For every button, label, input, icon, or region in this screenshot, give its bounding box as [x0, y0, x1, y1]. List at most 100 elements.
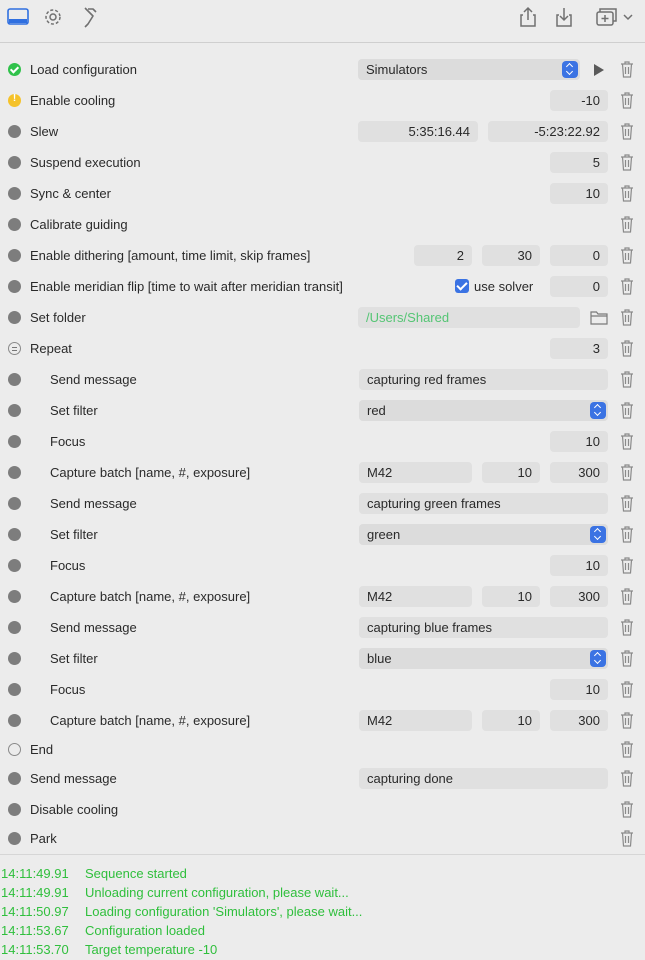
row-park[interactable]: Park	[0, 823, 645, 854]
repeat-count-field[interactable]: 3	[550, 338, 608, 359]
dither-skip-frames-field[interactable]: 0	[550, 245, 608, 266]
row-repeat[interactable]: Repeat 3	[0, 333, 645, 364]
trash-icon[interactable]	[620, 278, 634, 295]
row-sync-center[interactable]: Sync & center 10	[0, 178, 645, 209]
row-send-message[interactable]: Send message capturing done	[0, 763, 645, 794]
row-suspend-execution[interactable]: Suspend execution 5	[0, 147, 645, 178]
trash-icon[interactable]	[620, 495, 634, 512]
trash-icon[interactable]	[620, 619, 634, 636]
row-capture-batch[interactable]: Capture batch [name, #, exposure] M42 10…	[0, 581, 645, 612]
status-idle-icon	[8, 621, 21, 634]
trash-icon[interactable]	[620, 402, 634, 419]
chevron-down-icon[interactable]	[622, 4, 634, 30]
message-field[interactable]: capturing blue frames	[359, 617, 608, 638]
row-set-filter[interactable]: Set filter green	[0, 519, 645, 550]
row-send-message[interactable]: Send message capturing green frames	[0, 488, 645, 519]
slew-ra-field[interactable]: 5:35:16.44	[358, 121, 478, 142]
log-panel[interactable]: 14:11:49.91 Sequence started 14:11:49.91…	[0, 854, 645, 960]
trash-icon[interactable]	[620, 123, 634, 140]
folder-icon[interactable]	[590, 310, 608, 325]
capture-exposure-field[interactable]: 300	[550, 586, 608, 607]
capture-exposure-field[interactable]: 300	[550, 462, 608, 483]
hammer-icon[interactable]	[76, 4, 102, 30]
row-set-filter[interactable]: Set filter red	[0, 395, 645, 426]
row-enable-dithering[interactable]: Enable dithering [amount, time limit, sk…	[0, 240, 645, 271]
status-idle-icon	[8, 559, 21, 572]
folder-path-field[interactable]: /Users/Shared	[358, 307, 580, 328]
row-capture-batch[interactable]: Capture batch [name, #, exposure] M42 10…	[0, 705, 645, 736]
trash-icon[interactable]	[620, 741, 634, 758]
suspend-seconds-field[interactable]: 5	[550, 152, 608, 173]
log-timestamp: 14:11:50.97	[1, 904, 69, 919]
gear-icon[interactable]	[40, 4, 66, 30]
row-label: Focus	[50, 434, 86, 449]
trash-icon[interactable]	[620, 557, 634, 574]
capture-name-field[interactable]: M42	[359, 710, 472, 731]
message-field[interactable]: capturing green frames	[359, 493, 608, 514]
row-set-filter[interactable]: Set filter blue	[0, 643, 645, 674]
trash-icon[interactable]	[620, 770, 634, 787]
row-meridian-flip[interactable]: Enable meridian flip [time to wait after…	[0, 271, 645, 302]
message-field[interactable]: capturing done	[359, 768, 608, 789]
row-label: Enable meridian flip [time to wait after…	[30, 279, 343, 294]
filter-select[interactable]: red	[359, 400, 608, 421]
focus-field[interactable]: 10	[550, 431, 608, 452]
cooling-temperature-field[interactable]: -10	[550, 90, 608, 111]
trash-icon[interactable]	[620, 464, 634, 481]
trash-icon[interactable]	[620, 712, 634, 729]
row-focus[interactable]: Focus 10	[0, 550, 645, 581]
trash-icon[interactable]	[620, 433, 634, 450]
capture-name-field[interactable]: M42	[359, 462, 472, 483]
row-send-message[interactable]: Send message capturing red frames	[0, 364, 645, 395]
window-layout-icon[interactable]	[5, 4, 31, 30]
filter-select[interactable]: blue	[359, 648, 608, 669]
trash-icon[interactable]	[620, 309, 634, 326]
trash-icon[interactable]	[620, 92, 634, 109]
trash-icon[interactable]	[620, 801, 634, 818]
capture-name-field[interactable]: M42	[359, 586, 472, 607]
share-icon[interactable]	[515, 4, 541, 30]
trash-icon[interactable]	[620, 526, 634, 543]
dither-amount-field[interactable]: 2	[414, 245, 472, 266]
filter-select[interactable]: green	[359, 524, 608, 545]
row-enable-cooling[interactable]: Enable cooling -10	[0, 85, 645, 116]
trash-icon[interactable]	[620, 681, 634, 698]
trash-icon[interactable]	[620, 650, 634, 667]
trash-icon[interactable]	[620, 247, 634, 264]
trash-icon[interactable]	[620, 185, 634, 202]
play-icon[interactable]	[594, 64, 604, 76]
dither-time-limit-field[interactable]: 30	[482, 245, 540, 266]
row-load-configuration[interactable]: Load configuration Simulators	[0, 54, 645, 85]
row-focus[interactable]: Focus 10	[0, 674, 645, 705]
trash-icon[interactable]	[620, 340, 634, 357]
configuration-select[interactable]: Simulators	[358, 59, 580, 80]
row-calibrate-guiding[interactable]: Calibrate guiding	[0, 209, 645, 240]
trash-icon[interactable]	[620, 154, 634, 171]
trash-icon[interactable]	[620, 588, 634, 605]
capture-count-field[interactable]: 10	[482, 586, 540, 607]
trash-icon[interactable]	[620, 371, 634, 388]
slew-dec-field[interactable]: -5:23:22.92	[488, 121, 608, 142]
add-window-icon[interactable]	[594, 4, 620, 30]
capture-count-field[interactable]: 10	[482, 462, 540, 483]
message-field[interactable]: capturing red frames	[359, 369, 608, 390]
capture-exposure-field[interactable]: 300	[550, 710, 608, 731]
meridian-wait-field[interactable]: 0	[550, 276, 608, 297]
use-solver-checkbox[interactable]	[455, 279, 469, 293]
row-end[interactable]: End	[0, 734, 645, 765]
trash-icon[interactable]	[620, 216, 634, 233]
row-disable-cooling[interactable]: Disable cooling	[0, 794, 645, 825]
row-focus[interactable]: Focus 10	[0, 426, 645, 457]
row-capture-batch[interactable]: Capture batch [name, #, exposure] M42 10…	[0, 457, 645, 488]
focus-field[interactable]: 10	[550, 555, 608, 576]
row-send-message[interactable]: Send message capturing blue frames	[0, 612, 645, 643]
sync-center-field[interactable]: 10	[550, 183, 608, 204]
row-set-folder[interactable]: Set folder /Users/Shared	[0, 302, 645, 333]
row-label: Suspend execution	[30, 155, 141, 170]
trash-icon[interactable]	[620, 830, 634, 847]
row-slew[interactable]: Slew 5:35:16.44 -5:23:22.92	[0, 116, 645, 147]
focus-field[interactable]: 10	[550, 679, 608, 700]
import-icon[interactable]	[551, 4, 577, 30]
trash-icon[interactable]	[620, 61, 634, 78]
capture-count-field[interactable]: 10	[482, 710, 540, 731]
